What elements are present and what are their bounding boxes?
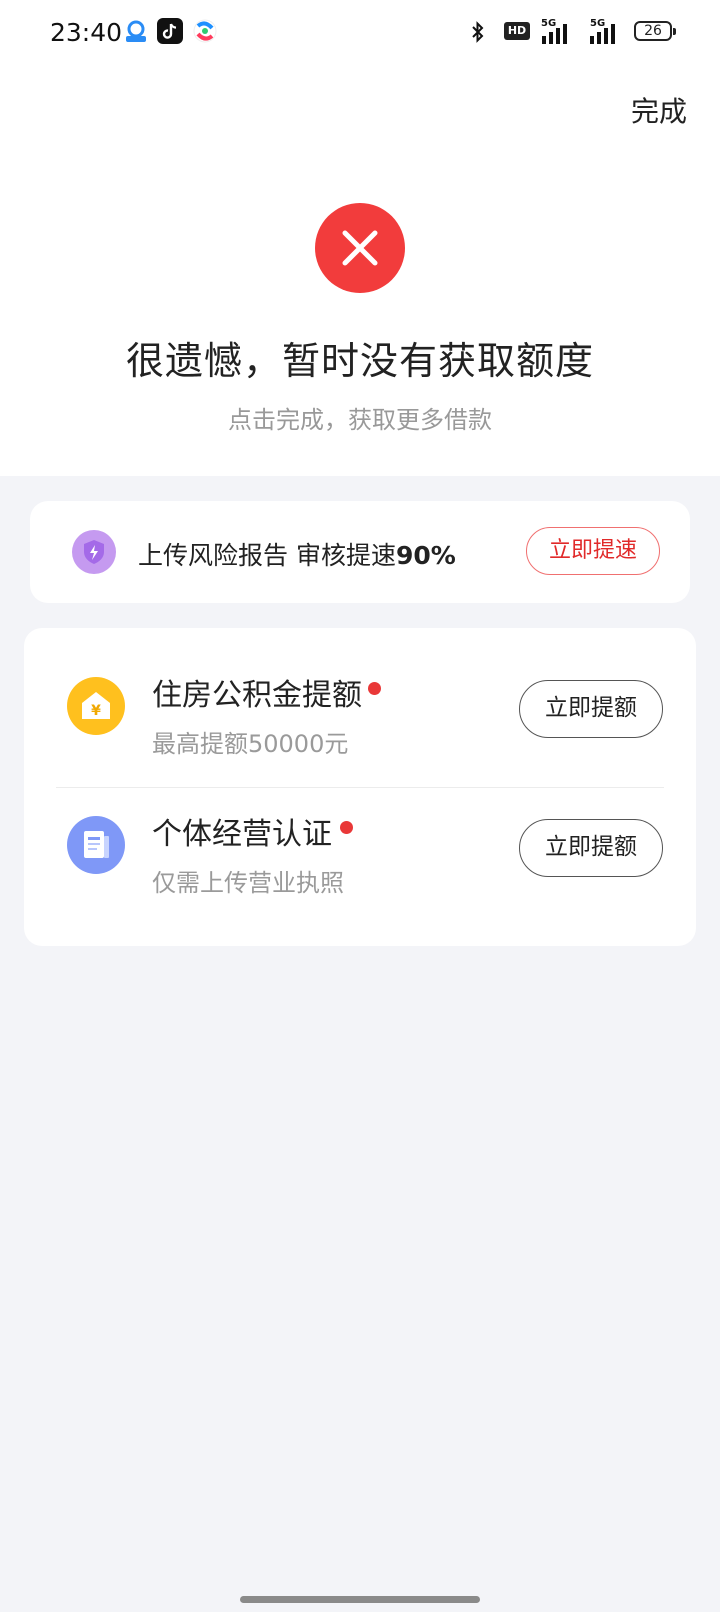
result-subtitle: 点击完成，获取更多借款 bbox=[228, 406, 492, 434]
business-cert-boost-button[interactable]: 立即提额 bbox=[519, 819, 663, 877]
bluetooth-icon bbox=[470, 20, 486, 44]
document-icon bbox=[67, 816, 125, 874]
risk-report-text: 上传风险报告 审核提速90% bbox=[138, 541, 456, 570]
new-badge-dot bbox=[368, 682, 381, 695]
status-bar: 23:40 HD 5G 5G 26 bbox=[0, 0, 720, 64]
signal-strength-icon bbox=[542, 20, 574, 44]
housing-fund-title: 住房公积金提额 bbox=[152, 678, 362, 713]
list-item-housing-fund: ¥ 住房公积金提额 最高提额50000元 立即提额 bbox=[24, 628, 696, 786]
new-badge-dot bbox=[340, 821, 353, 834]
risk-report-card: 上传风险报告 审核提速90% 立即提速 bbox=[30, 501, 690, 603]
result-title: 很遗憾，暂时没有获取额度 bbox=[125, 339, 594, 383]
shield-lightning-icon bbox=[72, 530, 116, 574]
done-button[interactable]: 完成 bbox=[631, 90, 687, 130]
speedup-percent: 90% bbox=[395, 541, 456, 570]
business-cert-subtitle: 仅需上传营业执照 bbox=[152, 869, 344, 897]
house-yen-icon: ¥ bbox=[67, 677, 125, 735]
svg-text:¥: ¥ bbox=[91, 703, 101, 719]
housing-fund-subtitle: 最高提额50000元 bbox=[152, 730, 349, 758]
hd-voice-icon: HD bbox=[504, 22, 530, 40]
housing-fund-boost-button[interactable]: 立即提额 bbox=[519, 680, 663, 738]
status-time: 23:40 bbox=[50, 18, 123, 47]
tiktok-icon bbox=[157, 18, 183, 44]
battery-icon: 26 bbox=[634, 21, 676, 41]
browser-app-icon bbox=[192, 18, 218, 44]
speed-up-button[interactable]: 立即提速 bbox=[526, 527, 660, 575]
credit-boost-card: ¥ 住房公积金提额 最高提额50000元 立即提额 个体经营认证 仅需上传营业执… bbox=[24, 628, 696, 946]
app-notification-icon bbox=[123, 18, 149, 44]
list-item-business-cert: 个体经营认证 仅需上传营业执照 立即提额 bbox=[24, 787, 696, 945]
signal-strength-icon-2 bbox=[590, 20, 622, 44]
home-indicator[interactable] bbox=[240, 1596, 480, 1603]
business-cert-title: 个体经营认证 bbox=[152, 817, 332, 852]
close-x-icon bbox=[315, 203, 405, 293]
